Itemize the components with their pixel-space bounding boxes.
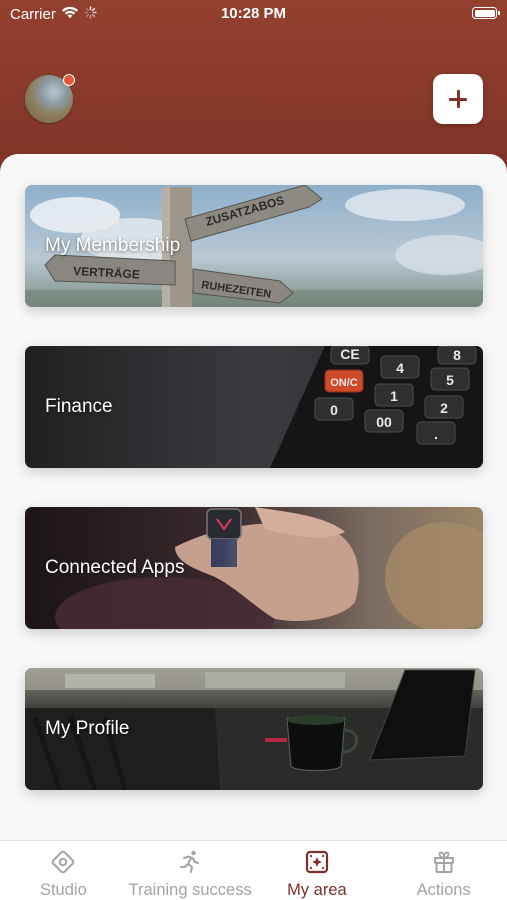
status-time: 10:28 PM	[220, 5, 287, 22]
key-dot: .	[434, 426, 438, 442]
runner-icon	[177, 849, 203, 875]
key-5: 5	[446, 372, 454, 388]
tab-label: Actions	[416, 881, 471, 899]
plus-icon	[449, 90, 467, 108]
key-on-c: ON/C	[330, 377, 358, 389]
app-screen: Carrier 10:28 PM ZUSATZABOS VERTRÄGE RUH…	[0, 0, 507, 900]
tab-my-area[interactable]: My area	[254, 841, 381, 900]
card-connected-apps[interactable]: Connected Apps	[25, 507, 483, 629]
key-1: 1	[390, 388, 398, 404]
key-2: 2	[440, 400, 448, 416]
studio-icon	[50, 849, 76, 875]
key-4: 4	[396, 360, 404, 376]
key-ce: CE	[340, 346, 359, 362]
card-my-membership[interactable]: ZUSATZABOS VERTRÄGE RUHEZEITEN My Member…	[25, 185, 483, 307]
card-label: Finance	[45, 396, 113, 417]
tab-actions[interactable]: Actions	[380, 841, 507, 900]
key-0: 0	[330, 402, 338, 418]
tab-label: Studio	[39, 881, 87, 899]
notification-badge	[63, 74, 75, 86]
card-label: My Profile	[45, 718, 130, 739]
tab-training-success[interactable]: Training success	[127, 841, 254, 900]
content-sheet: ZUSATZABOS VERTRÄGE RUHEZEITEN My Member…	[0, 154, 507, 844]
tab-studio[interactable]: Studio	[0, 841, 127, 900]
battery-icon	[472, 7, 500, 19]
tab-label: Training success	[128, 881, 252, 899]
card-finance[interactable]: CE 8 ON/C 4 5 1 2 0 00 . Finance	[25, 346, 483, 468]
my-area-icon	[304, 849, 330, 875]
status-bar: Carrier 10:28 PM	[0, 0, 507, 30]
card-my-profile[interactable]: My Profile	[25, 668, 483, 790]
tab-bar: Studio Training success My area Actions	[0, 840, 507, 900]
key-8: 8	[453, 347, 461, 363]
key-00: 00	[376, 414, 392, 430]
card-label: Connected Apps	[45, 557, 185, 578]
gift-icon	[431, 849, 457, 875]
card-label: My Membership	[45, 235, 181, 256]
add-button[interactable]	[433, 74, 483, 124]
tab-label: My area	[287, 881, 347, 899]
